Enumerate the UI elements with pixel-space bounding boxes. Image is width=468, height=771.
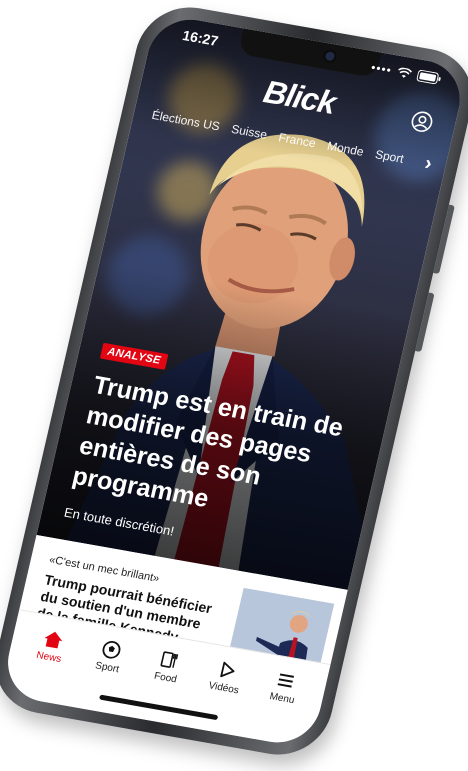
tab-label: Food [152, 670, 178, 686]
soccer-ball-icon [102, 640, 121, 659]
phone-mockup: 16:27 •••• Blick Élections US Suisse Fra… [0, 0, 468, 763]
tab-news[interactable]: News [20, 626, 83, 668]
tab-label: Sport [94, 660, 121, 676]
menu-icon [277, 673, 295, 688]
tab-menu[interactable]: Menu [253, 667, 316, 709]
hero-article[interactable]: 16:27 •••• Blick Élections US Suisse Fra… [36, 13, 468, 590]
status-icons: •••• [370, 60, 443, 86]
signal-icon: •••• [369, 60, 394, 78]
wifi-icon [396, 66, 413, 79]
tab-label: News [35, 650, 63, 666]
play-icon [220, 661, 235, 678]
tab-videos[interactable]: Vidéos [195, 657, 258, 699]
tab-label: Vidéos [207, 680, 240, 697]
home-icon [44, 631, 62, 649]
stage: 16:27 •••• Blick Élections US Suisse Fra… [0, 0, 468, 771]
front-camera [324, 51, 336, 62]
tab-label: Menu [268, 691, 296, 707]
tab-sport[interactable]: Sport [78, 636, 141, 678]
battery-icon [416, 69, 442, 85]
food-icon [160, 651, 179, 668]
tab-food[interactable]: Food [137, 646, 200, 688]
status-time: 16:27 [180, 27, 220, 49]
